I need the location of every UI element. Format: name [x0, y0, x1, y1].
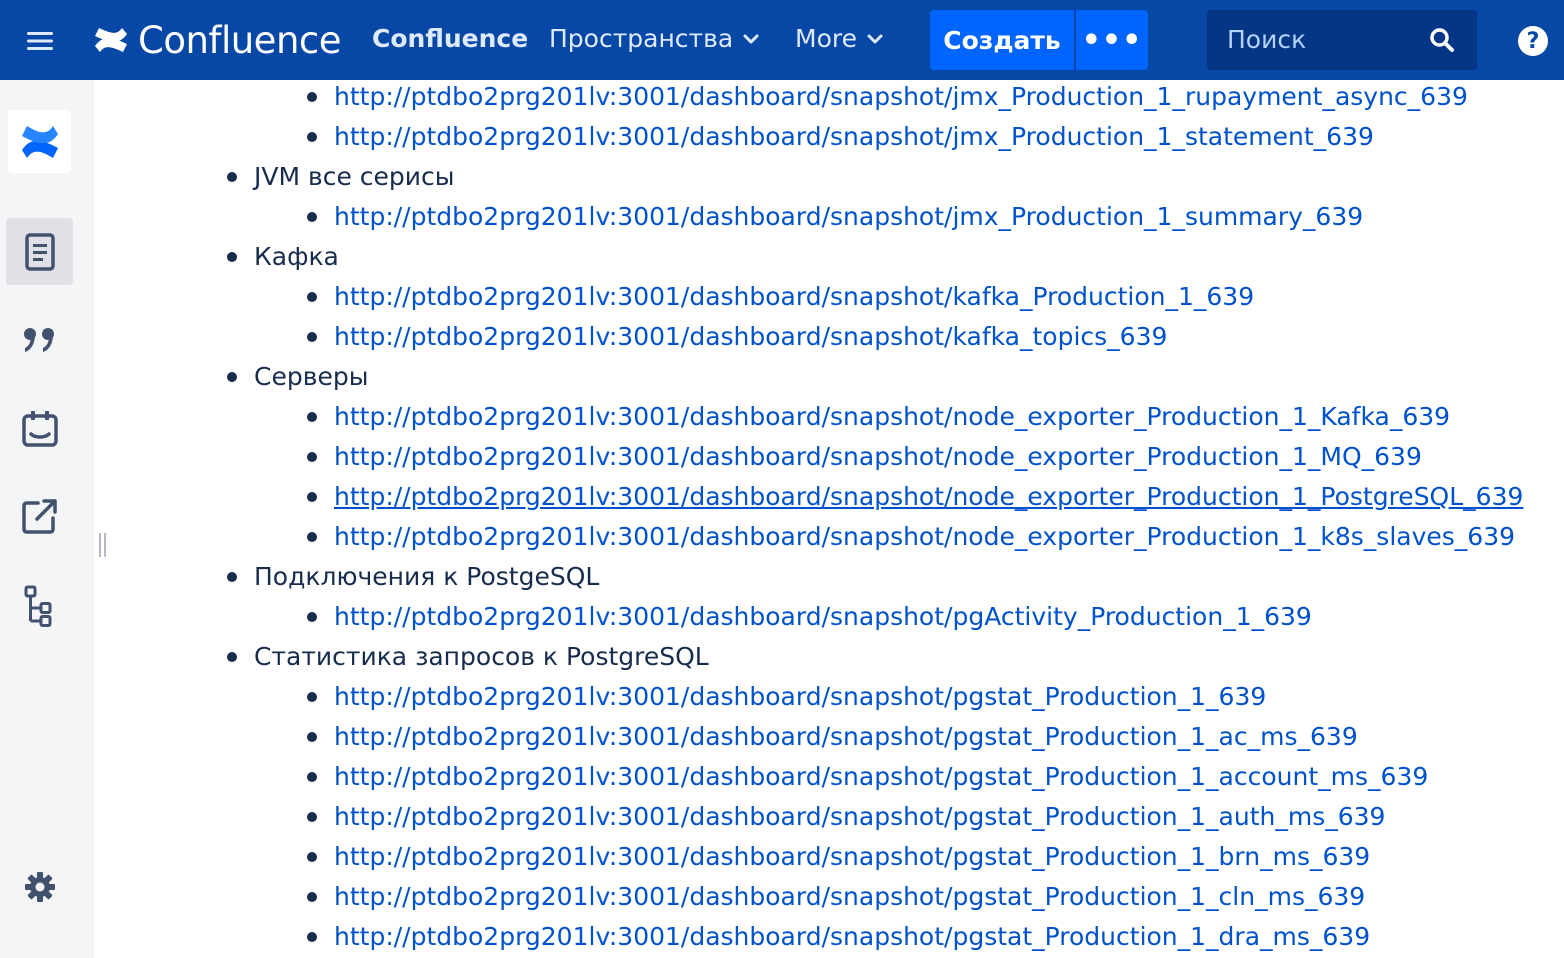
dashboard-snapshot-link[interactable]: http://ptdbo2prg201lv:3001/dashboard/sna… [334, 402, 1450, 431]
section-heading-item: Статистика запросов к PostgreSQL [110, 637, 1523, 677]
section-heading-text: Серверы [254, 362, 369, 391]
dashboard-snapshot-link[interactable]: http://ptdbo2prg201lv:3001/dashboard/sna… [334, 122, 1374, 151]
dashboard-snapshot-link[interactable]: http://ptdbo2prg201lv:3001/dashboard/sna… [334, 842, 1370, 871]
link-list-item: http://ptdbo2prg201lv:3001/dashboard/sna… [110, 397, 1523, 437]
create-button[interactable]: Создать [930, 10, 1074, 70]
section-heading-text: Подключения к PostgeSQL [254, 562, 600, 591]
sidebar-resize-handle[interactable] [98, 533, 110, 557]
search-icon [1430, 28, 1454, 52]
spaces-dropdown[interactable]: Пространства [549, 24, 759, 53]
link-list-item: http://ptdbo2prg201lv:3001/dashboard/sna… [110, 837, 1523, 877]
chevron-down-icon [867, 34, 883, 43]
link-list-item: http://ptdbo2prg201lv:3001/dashboard/sna… [110, 757, 1523, 797]
create-more-button[interactable]: ••• [1076, 10, 1148, 70]
page-tree-icon [24, 585, 51, 627]
more-dropdown-label: More [795, 24, 857, 53]
space-sidebar [0, 80, 94, 958]
link-list-item: http://ptdbo2prg201lv:3001/dashboard/sna… [110, 877, 1523, 917]
dashboard-snapshot-link[interactable]: http://ptdbo2prg201lv:3001/dashboard/sna… [334, 802, 1385, 831]
dashboard-snapshot-link[interactable]: http://ptdbo2prg201lv:3001/dashboard/sna… [334, 882, 1365, 911]
current-space-link[interactable]: Confluence [372, 24, 528, 53]
dashboard-snapshot-link[interactable]: http://ptdbo2prg201lv:3001/dashboard/sna… [334, 762, 1428, 791]
dashboard-snapshot-link[interactable]: http://ptdbo2prg201lv:3001/dashboard/sna… [334, 522, 1515, 551]
sidebar-item-settings[interactable] [6, 853, 73, 920]
dashboard-snapshot-link[interactable]: http://ptdbo2prg201lv:3001/dashboard/sna… [334, 282, 1254, 311]
link-list-item: http://ptdbo2prg201lv:3001/dashboard/sna… [110, 797, 1523, 837]
link-list-item: http://ptdbo2prg201lv:3001/dashboard/sna… [110, 517, 1523, 557]
link-list-item: http://ptdbo2prg201lv:3001/dashboard/sna… [110, 437, 1523, 477]
sidebar-item-calendar[interactable] [6, 395, 73, 462]
confluence-logo-icon [21, 125, 58, 158]
brand-name: Confluence [138, 18, 342, 62]
link-list: http://ptdbo2prg201lv:3001/dashboard/sna… [110, 80, 1523, 957]
page-content: http://ptdbo2prg201lv:3001/dashboard/sna… [110, 80, 1564, 958]
spaces-dropdown-label: Пространства [549, 24, 734, 53]
app-switcher-menu-icon[interactable] [22, 26, 58, 56]
link-list-item: http://ptdbo2prg201lv:3001/dashboard/sna… [110, 317, 1523, 357]
dashboard-snapshot-link[interactable]: http://ptdbo2prg201lv:3001/dashboard/sna… [334, 602, 1312, 631]
create-button-group: Создать ••• [930, 10, 1148, 70]
link-list-item: http://ptdbo2prg201lv:3001/dashboard/sna… [110, 197, 1523, 237]
help-icon[interactable]: ? [1518, 26, 1548, 56]
sidebar-item-blog[interactable] [6, 306, 73, 373]
section-heading-text: JVM все серисы [254, 162, 455, 191]
dashboard-snapshot-link[interactable]: http://ptdbo2prg201lv:3001/dashboard/sna… [334, 722, 1358, 751]
sidebar-item-page-tree[interactable] [6, 572, 73, 639]
calendar-icon [21, 410, 58, 447]
section-heading-item: JVM все серисы [110, 157, 1523, 197]
link-list-item: http://ptdbo2prg201lv:3001/dashboard/sna… [110, 117, 1523, 157]
dashboard-snapshot-link[interactable]: http://ptdbo2prg201lv:3001/dashboard/sna… [334, 442, 1422, 471]
link-list-item: http://ptdbo2prg201lv:3001/dashboard/sna… [110, 677, 1523, 717]
chevron-down-icon [743, 34, 759, 43]
section-heading-item: Подключения к PostgeSQL [110, 557, 1523, 597]
confluence-home-logo[interactable]: Confluence [92, 18, 342, 62]
section-heading-item: Серверы [110, 357, 1523, 397]
top-navigation-bar: Confluence Confluence Пространства More … [0, 0, 1564, 80]
pages-icon [24, 232, 55, 271]
section-heading-item: Кафка [110, 237, 1523, 277]
link-list-item: http://ptdbo2prg201lv:3001/dashboard/sna… [110, 717, 1523, 757]
search-placeholder: Поиск [1227, 25, 1307, 54]
dashboard-snapshot-link[interactable]: http://ptdbo2prg201lv:3001/dashboard/sna… [334, 922, 1370, 951]
confluence-logo-icon [95, 28, 127, 52]
link-list-item: http://ptdbo2prg201lv:3001/dashboard/sna… [110, 277, 1523, 317]
link-list-item: http://ptdbo2prg201lv:3001/dashboard/sna… [110, 597, 1523, 637]
space-logo[interactable] [8, 110, 71, 173]
sidebar-item-shortcuts[interactable] [6, 482, 73, 549]
quote-icon [23, 327, 54, 352]
search-input[interactable]: Поиск [1207, 10, 1477, 70]
dashboard-snapshot-link[interactable]: http://ptdbo2prg201lv:3001/dashboard/sna… [334, 82, 1468, 111]
more-dropdown[interactable]: More [795, 24, 883, 53]
link-list-item: http://ptdbo2prg201lv:3001/dashboard/sna… [110, 917, 1523, 957]
link-list-item: http://ptdbo2prg201lv:3001/dashboard/sna… [110, 477, 1523, 517]
dashboard-snapshot-link[interactable]: http://ptdbo2prg201lv:3001/dashboard/sna… [334, 682, 1266, 711]
section-heading-text: Статистика запросов к PostgreSQL [254, 642, 709, 671]
link-list-item: http://ptdbo2prg201lv:3001/dashboard/sna… [110, 80, 1523, 117]
dashboard-snapshot-link[interactable]: http://ptdbo2prg201lv:3001/dashboard/sna… [334, 322, 1167, 351]
sidebar-item-pages[interactable] [6, 218, 73, 285]
dashboard-snapshot-link[interactable]: http://ptdbo2prg201lv:3001/dashboard/sna… [334, 482, 1523, 511]
dashboard-snapshot-link[interactable]: http://ptdbo2prg201lv:3001/dashboard/sna… [334, 202, 1363, 231]
external-link-icon [21, 498, 57, 534]
settings-gear-icon [24, 871, 55, 902]
section-heading-text: Кафка [254, 242, 339, 271]
